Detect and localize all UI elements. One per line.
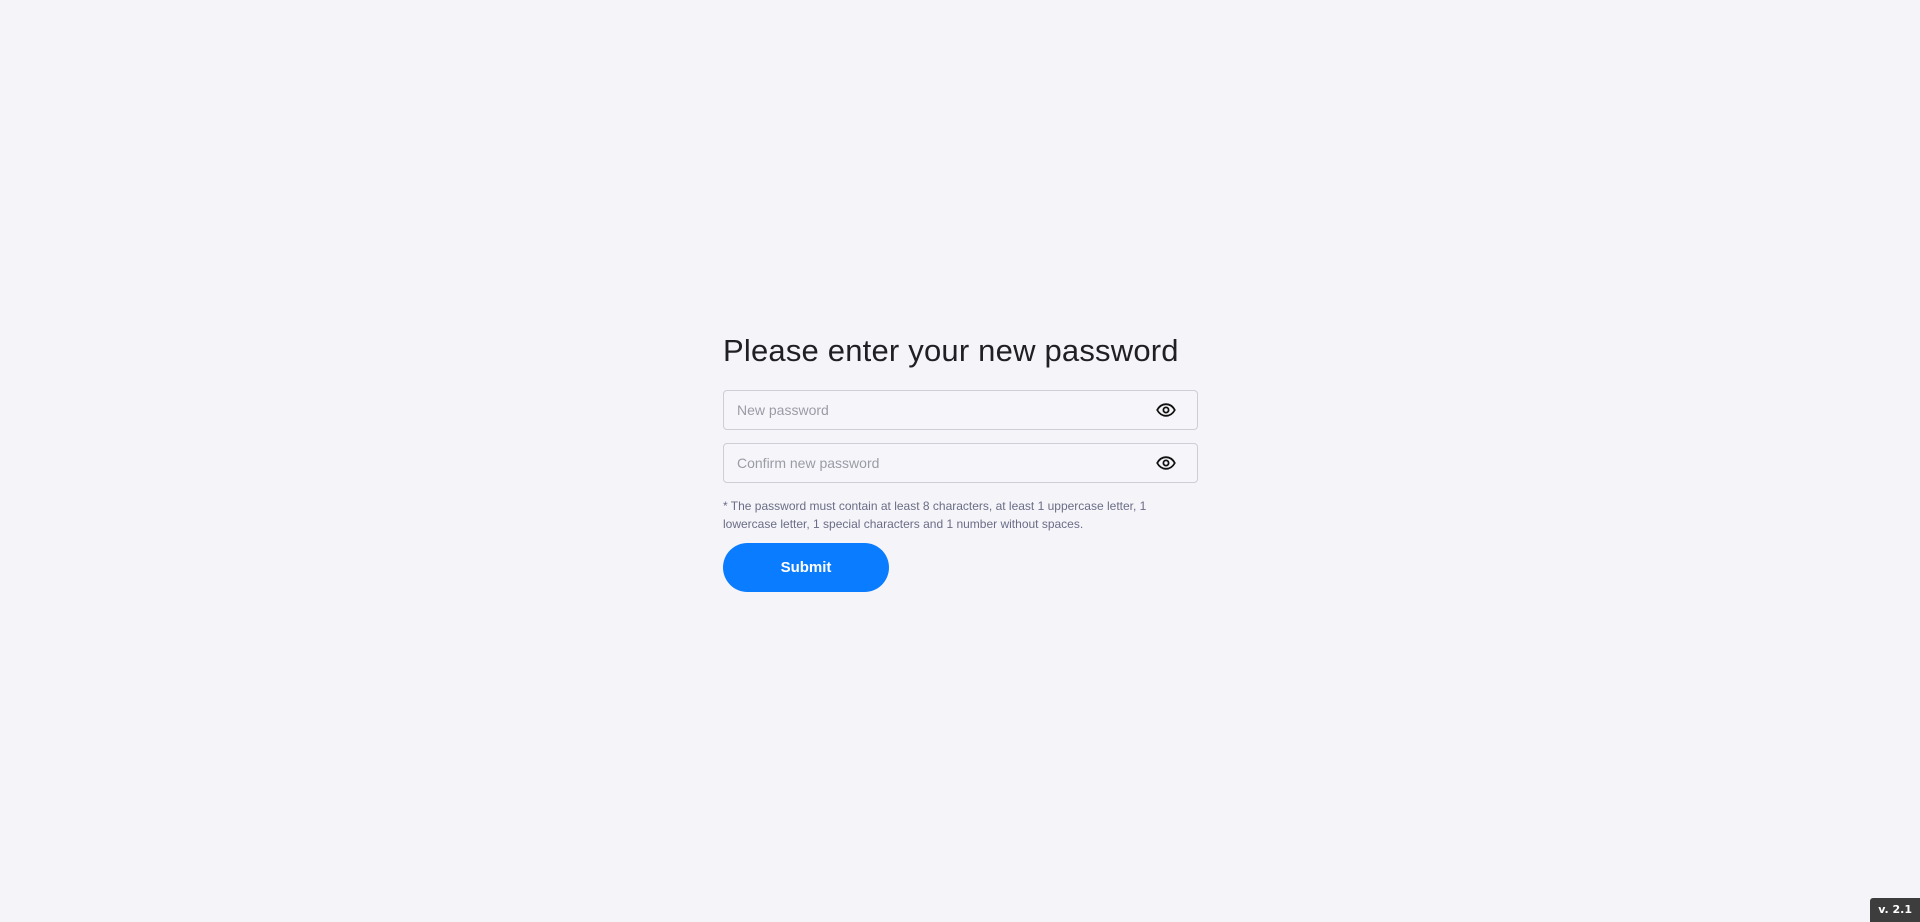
confirm-password-input[interactable] — [724, 444, 1144, 482]
reset-password-form: Please enter your new password * The pas… — [723, 332, 1198, 592]
eye-icon — [1156, 403, 1176, 417]
version-badge: v. 2.1 — [1870, 898, 1920, 922]
page-title: Please enter your new password — [723, 333, 1179, 368]
password-requirements-hint: * The password must contain at least 8 c… — [723, 499, 1147, 531]
submit-button[interactable]: Submit — [723, 543, 889, 592]
eye-icon — [1156, 456, 1176, 470]
new-password-input[interactable] — [724, 391, 1144, 429]
show-password-eye-icon[interactable] — [1156, 403, 1176, 417]
show-confirm-password-eye-icon[interactable] — [1156, 456, 1176, 470]
confirm-password-field[interactable] — [723, 443, 1198, 483]
new-password-field[interactable] — [723, 390, 1198, 430]
